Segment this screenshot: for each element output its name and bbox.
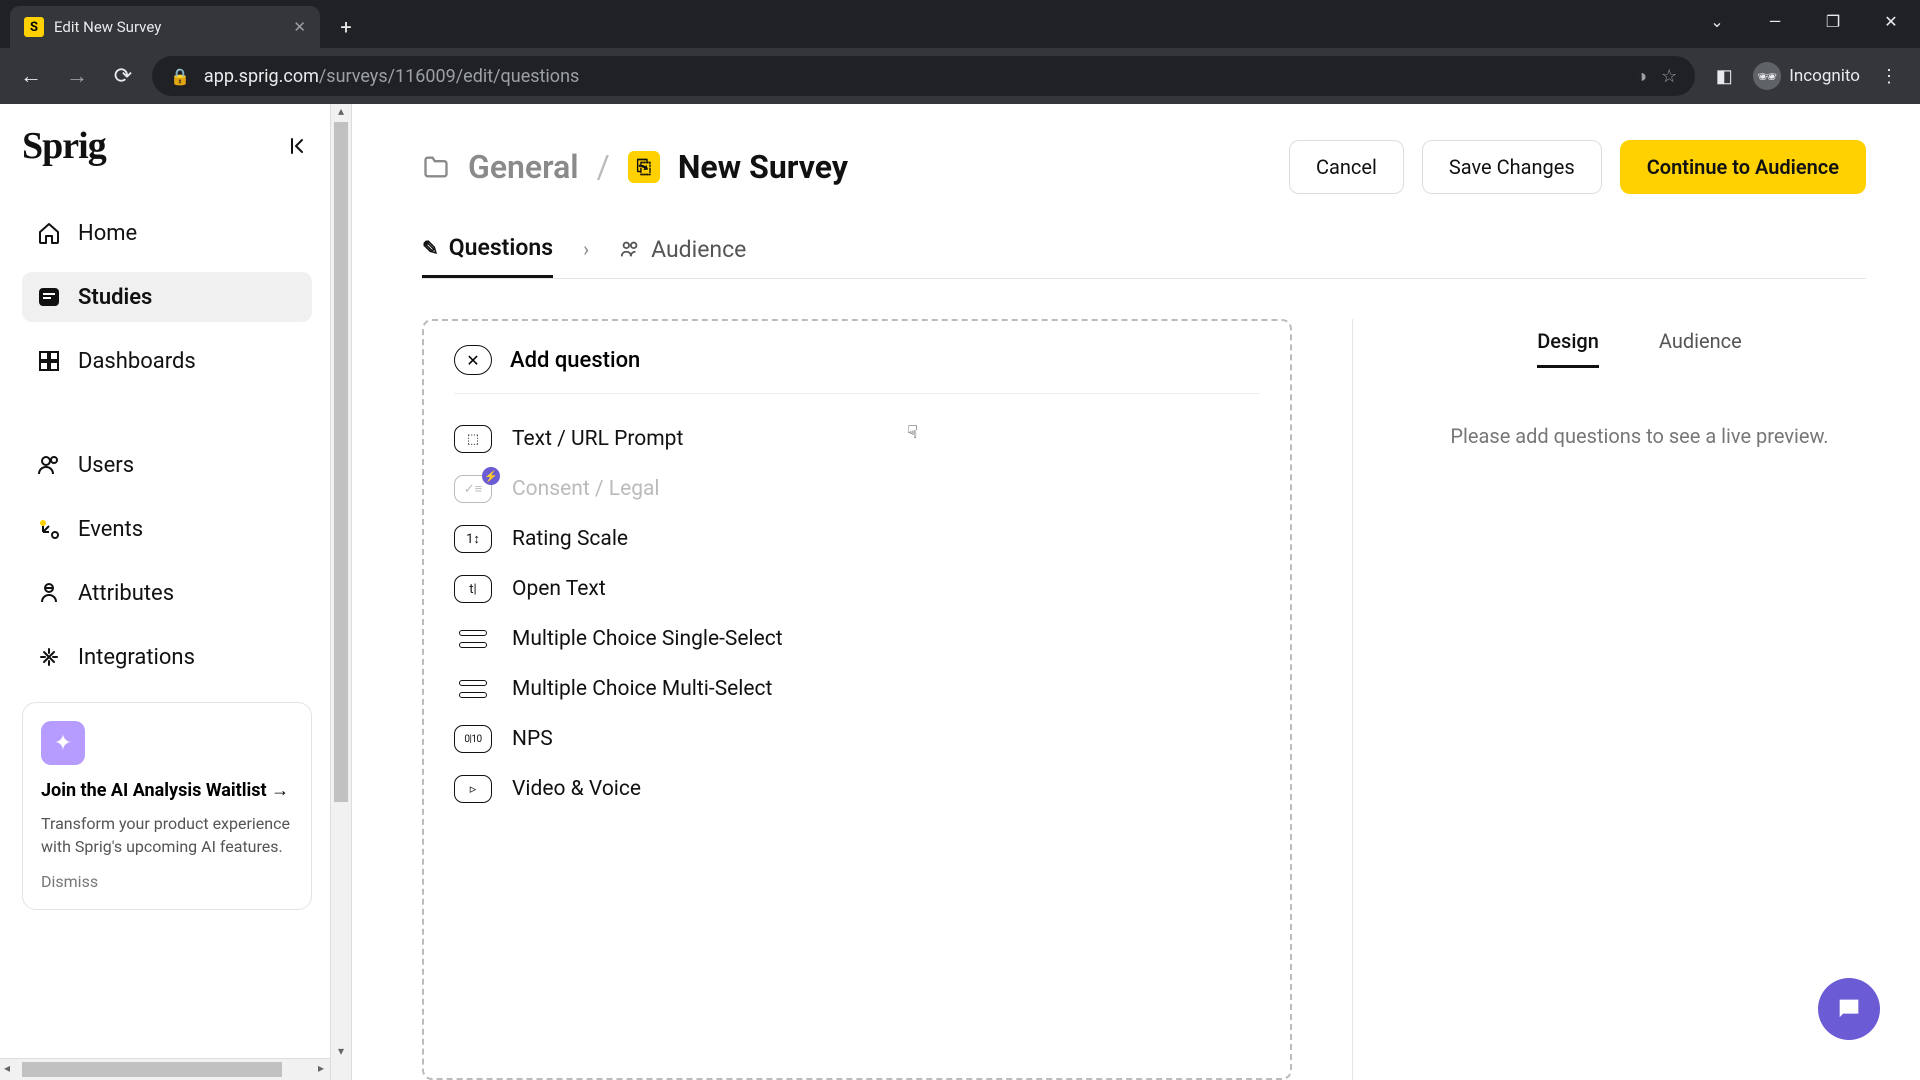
ai-card-dismiss[interactable]: Dismiss — [41, 872, 293, 891]
add-question-card: ✕ Add question ⬚ Text / URL Prompt ✓≡⚡ C… — [422, 319, 1292, 1080]
sidebar-item-label: Dashboards — [78, 349, 196, 374]
brand-logo[interactable]: Sprig — [22, 124, 106, 168]
incognito-indicator[interactable]: 🕶 Incognito — [1753, 62, 1860, 90]
sidebar: Sprig Home Studies Dashboards Users Even… — [0, 104, 330, 1080]
home-icon — [36, 220, 62, 246]
sidebar-item-integrations[interactable]: Integrations — [22, 632, 312, 682]
tab-search-icon[interactable]: ⌄ — [1688, 0, 1746, 42]
text-url-icon: ⬚ — [454, 425, 492, 453]
browser-toolbar: ← → ⟳ 🔒 app.sprig.com/surveys/116009/edi… — [0, 48, 1920, 104]
reload-button[interactable]: ⟳ — [106, 59, 140, 93]
breadcrumb-separator: / — [597, 148, 610, 186]
main-content: General / ⎘ New Survey Cancel Save Chang… — [352, 104, 1920, 1080]
sidebar-item-label: Attributes — [78, 581, 174, 606]
browser-tab-strip: S Edit New Survey ✕ + ⌄ ― ❐ ✕ — [0, 0, 1920, 48]
users-icon — [36, 452, 62, 478]
chevron-right-icon: › — [583, 237, 589, 275]
question-type-text-url[interactable]: ⬚ Text / URL Prompt — [454, 414, 1260, 464]
studies-icon — [36, 284, 62, 310]
sidebar-item-dashboards[interactable]: Dashboards — [22, 336, 312, 386]
multi-select-icon — [454, 675, 492, 703]
folder-icon — [422, 153, 450, 181]
ai-waitlist-card: ✦ Join the AI Analysis Waitlist → Transf… — [22, 702, 312, 910]
tab-close-icon[interactable]: ✕ — [293, 18, 306, 36]
page-title: New Survey — [678, 148, 848, 186]
premium-badge-icon: ⚡ — [482, 467, 500, 485]
sidebar-item-users[interactable]: Users — [22, 440, 312, 490]
question-type-video-voice[interactable]: ▹ Video & Voice — [454, 764, 1260, 814]
preview-tab-design[interactable]: Design — [1537, 329, 1599, 368]
url-text: app.sprig.com/surveys/116009/edit/questi… — [204, 66, 1622, 87]
question-type-rating[interactable]: 1↕ Rating Scale — [454, 514, 1260, 564]
question-type-multi-select[interactable]: Multiple Choice Multi-Select — [454, 664, 1260, 714]
question-type-nps[interactable]: 0|10 NPS — [454, 714, 1260, 764]
single-select-icon — [454, 625, 492, 653]
video-icon: ▹ — [454, 775, 492, 803]
tab-questions[interactable]: ✎ Questions — [422, 234, 553, 278]
collapse-sidebar-icon[interactable] — [288, 136, 308, 156]
close-card-button[interactable]: ✕ — [454, 345, 492, 375]
incognito-icon: 🕶 — [1753, 62, 1781, 90]
cancel-button[interactable]: Cancel — [1289, 140, 1404, 194]
add-question-title: Add question — [510, 348, 640, 373]
sparkle-icon: ✦ — [41, 721, 85, 765]
survey-icon: ⎘ — [628, 151, 660, 183]
save-button[interactable]: Save Changes — [1422, 140, 1602, 194]
sidebar-item-studies[interactable]: Studies — [22, 272, 312, 322]
window-controls: ⌄ ― ❐ ✕ — [1688, 0, 1920, 42]
tab-title: Edit New Survey — [54, 18, 161, 36]
consent-icon: ✓≡⚡ — [454, 475, 492, 503]
preview-placeholder: Please add questions to see a live previ… — [1413, 424, 1866, 448]
nps-icon: 0|10 — [454, 725, 492, 753]
integrations-icon — [36, 644, 62, 670]
sidebar-item-label: Integrations — [78, 645, 195, 670]
side-panel-icon[interactable]: ◧ — [1707, 59, 1741, 93]
tab-audience[interactable]: Audience — [619, 236, 746, 277]
lock-icon: 🔒 — [170, 67, 190, 86]
sidebar-item-events[interactable]: Events — [22, 504, 312, 554]
dashboards-icon — [36, 348, 62, 374]
rating-icon: 1↕ — [454, 525, 492, 553]
attributes-icon — [36, 580, 62, 606]
bookmark-icon[interactable]: ☆ — [1661, 66, 1677, 87]
audience-icon — [619, 238, 641, 260]
vertical-scrollbar[interactable] — [330, 104, 352, 1080]
question-type-single-select[interactable]: Multiple Choice Single-Select — [454, 614, 1260, 664]
favicon: S — [24, 17, 44, 37]
forward-button: → — [60, 59, 94, 93]
chat-bubble-button[interactable] — [1818, 978, 1880, 1040]
tracking-icon[interactable]: ◑ — [1636, 66, 1647, 87]
kebab-menu-icon[interactable]: ⋮ — [1872, 59, 1906, 93]
address-bar[interactable]: 🔒 app.sprig.com/surveys/116009/edit/ques… — [152, 56, 1695, 96]
edit-icon: ✎ — [422, 236, 439, 260]
events-icon — [36, 516, 62, 542]
question-type-consent[interactable]: ✓≡⚡ Consent / Legal — [454, 464, 1260, 514]
back-button[interactable]: ← — [14, 59, 48, 93]
page-header: General / ⎘ New Survey Cancel Save Chang… — [422, 140, 1866, 194]
maximize-icon[interactable]: ❐ — [1804, 0, 1862, 42]
sidebar-item-label: Home — [78, 221, 137, 246]
open-text-icon: t| — [454, 575, 492, 603]
browser-tab[interactable]: S Edit New Survey ✕ — [10, 6, 320, 48]
new-tab-button[interactable]: + — [328, 9, 364, 45]
ai-card-body: Transform your product experience with S… — [41, 813, 293, 858]
sidebar-item-label: Studies — [78, 285, 152, 310]
sidebar-item-label: Events — [78, 517, 143, 542]
sidebar-item-attributes[interactable]: Attributes — [22, 568, 312, 618]
breadcrumb: General / ⎘ New Survey — [422, 148, 848, 186]
preview-panel: Design Audience Please add questions to … — [1352, 319, 1866, 1080]
preview-tab-audience[interactable]: Audience — [1659, 329, 1742, 368]
breadcrumb-folder[interactable]: General — [468, 148, 579, 186]
sidebar-item-home[interactable]: Home — [22, 208, 312, 258]
ai-card-title[interactable]: Join the AI Analysis Waitlist → — [41, 779, 293, 803]
minimize-icon[interactable]: ― — [1746, 0, 1804, 42]
sidebar-item-label: Users — [78, 453, 134, 478]
close-window-icon[interactable]: ✕ — [1862, 0, 1920, 42]
question-type-open-text[interactable]: t| Open Text — [454, 564, 1260, 614]
step-tabs: ✎ Questions › Audience — [422, 234, 1866, 279]
continue-button[interactable]: Continue to Audience — [1620, 140, 1866, 194]
horizontal-scrollbar[interactable] — [0, 1058, 330, 1080]
